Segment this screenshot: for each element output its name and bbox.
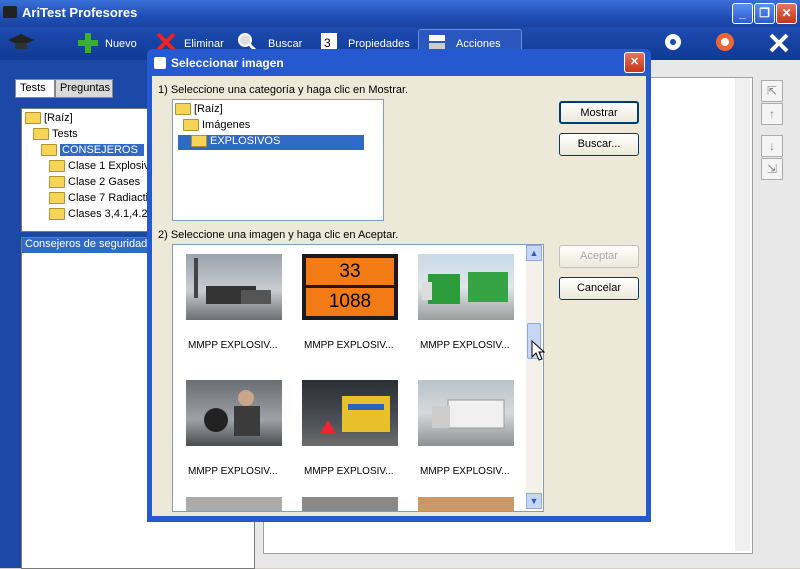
image-caption: MMPP EXPLOSIV... (188, 466, 278, 477)
folder-icon (49, 160, 65, 173)
tree-item-clase2[interactable]: Clase 2 Gases (49, 176, 140, 189)
tree-item-raiz[interactable]: [Raíz] (25, 112, 73, 125)
image-thumbnail[interactable] (418, 497, 514, 511)
tree-item-clase1[interactable]: Clase 1 Explosivos (49, 160, 161, 173)
image-thumbnail[interactable] (186, 254, 282, 320)
mouse-cursor-icon (531, 339, 546, 365)
image-caption: MMPP EXPLOSIV... (420, 466, 510, 477)
content-scrollbar[interactable] (735, 78, 750, 551)
tab-tests[interactable]: Tests (15, 79, 55, 98)
maximize-button[interactable]: ❐ (754, 3, 775, 24)
help-lifebuoy-icon[interactable] (714, 31, 738, 53)
move-up-icon[interactable]: ↑ (761, 103, 783, 125)
tree-item-tests[interactable]: Tests (33, 128, 78, 141)
category-item-imagenes[interactable]: Imágenes (183, 119, 250, 132)
folder-icon (49, 208, 65, 221)
folder-icon (33, 128, 49, 141)
category-item-explosivos[interactable]: EXPLOSIVOS (178, 135, 364, 150)
nuevo-button[interactable]: Nuevo (105, 38, 137, 50)
folder-icon (41, 144, 57, 157)
image-thumbnail[interactable] (302, 380, 398, 446)
folder-icon (183, 119, 199, 132)
image-caption: MMPP EXPLOSIV... (420, 340, 510, 351)
app-title: AriTest Profesores (22, 5, 138, 20)
close-button[interactable]: ✕ (776, 3, 797, 24)
mostrar-button[interactable]: Mostrar (559, 101, 639, 124)
search-button[interactable]: Buscar... (559, 133, 639, 156)
image-thumbnail[interactable] (418, 254, 514, 320)
hazard-plate-top: 33 (306, 258, 394, 285)
aceptar-button[interactable]: Aceptar (559, 245, 639, 268)
image-thumbnail[interactable] (302, 497, 398, 511)
step1-label: 1) Seleccione una categoría y haga clic … (158, 84, 409, 96)
add-icon[interactable] (76, 31, 100, 53)
image-thumbnail[interactable]: 33 1088 (302, 254, 398, 320)
dialog-close-button[interactable]: ✕ (624, 52, 645, 73)
category-tree: [Raíz] Imágenes EXPLOSIVOS (172, 99, 384, 221)
svg-text:3: 3 (324, 36, 331, 50)
image-caption: MMPP EXPLOSIV... (304, 466, 394, 477)
folder-icon (25, 112, 41, 125)
image-thumbnail[interactable] (186, 380, 282, 446)
dialog-title: Seleccionar imagen (171, 56, 284, 70)
category-item-raiz[interactable]: [Raíz] (175, 103, 223, 116)
tree-item-consejeros[interactable]: CONSEJEROS (41, 144, 144, 157)
image-gallery: 33 1088 MMPP EXPLOSIV... MMPP EXPLOSIV..… (172, 244, 544, 512)
move-bottom-icon[interactable]: ⇲ (761, 158, 783, 180)
exit-icon[interactable] (767, 31, 791, 53)
scroll-down-icon[interactable]: ▼ (526, 493, 542, 509)
minimize-button[interactable]: _ (732, 3, 753, 24)
folder-icon (191, 135, 207, 148)
tree-item-clases34[interactable]: Clases 3,4.1,4.2 (49, 208, 148, 221)
image-thumbnail[interactable] (418, 380, 514, 446)
folder-icon (175, 103, 191, 116)
image-caption: MMPP EXPLOSIV... (188, 340, 278, 351)
folder-icon (49, 176, 65, 189)
image-caption: MMPP EXPLOSIV... (304, 340, 394, 351)
cancelar-button[interactable]: Cancelar (559, 277, 639, 300)
gear-icon[interactable] (662, 31, 686, 53)
folder-icon (49, 192, 65, 205)
app-logo-icon (3, 6, 17, 18)
dialog-app-icon (154, 57, 166, 69)
gallery-scrollbar[interactable]: ▲ ▼ (526, 245, 542, 509)
move-down-icon[interactable]: ↓ (761, 135, 783, 157)
move-top-icon[interactable]: ⇱ (761, 80, 783, 102)
scroll-up-icon[interactable]: ▲ (526, 245, 542, 261)
graduation-cap-icon[interactable] (6, 32, 36, 54)
hazard-plate-bottom: 1088 (306, 288, 394, 316)
step2-label: 2) Seleccione una imagen y haga clic en … (158, 229, 399, 241)
image-thumbnail[interactable] (186, 497, 282, 511)
tab-preguntas[interactable]: Preguntas (55, 79, 113, 98)
